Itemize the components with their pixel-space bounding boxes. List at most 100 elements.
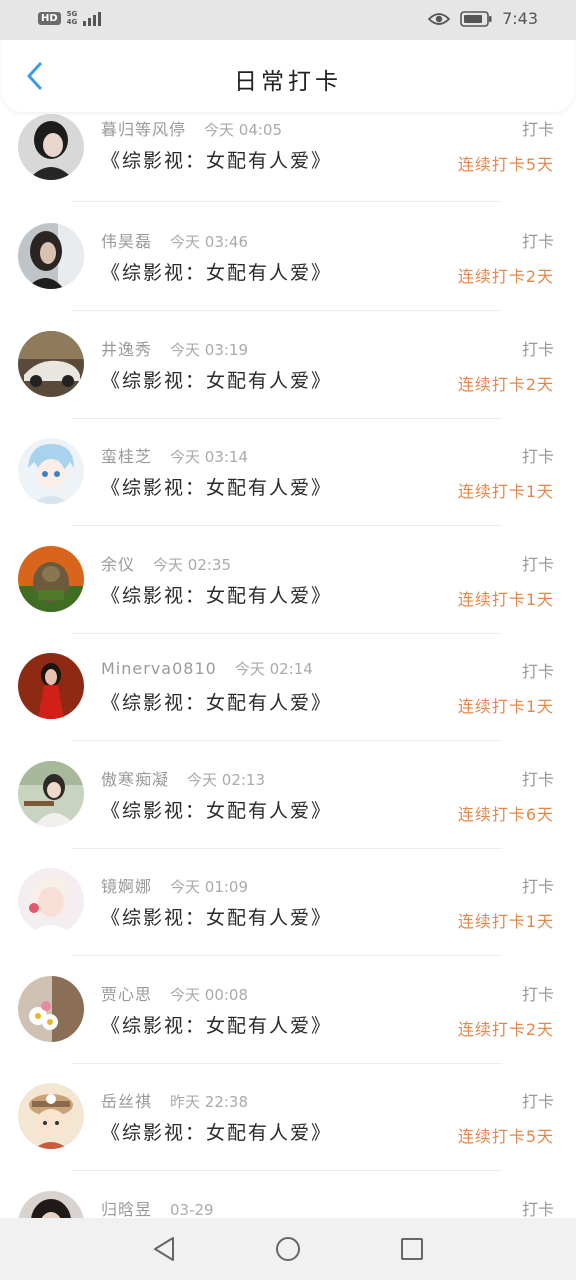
checkin-tag: 打卡 (521, 770, 554, 789)
user-name[interactable]: 镜婀娜 (101, 877, 152, 896)
checkin-tag: 打卡 (521, 340, 554, 359)
book-title[interactable]: 《综影视：女配有人爱》 (101, 581, 332, 608)
checkin-tag: 打卡 (521, 447, 554, 466)
avatar[interactable] (18, 1191, 84, 1218)
system-nav-bar (0, 1218, 576, 1280)
circle-home-icon (276, 1237, 300, 1261)
list-item[interactable]: 余仪 今天 02:35 《综影视：女配有人爱》 打卡 连续打卡1天 (0, 536, 576, 644)
list-item[interactable]: Minerva0810 今天 02:14 《综影视：女配有人爱》 打卡 连续打卡1… (0, 643, 576, 751)
avatar[interactable] (18, 976, 84, 1042)
divider (72, 848, 502, 849)
entry-meta: 蛮桂芝 今天 03:14 (101, 443, 248, 467)
book-title[interactable]: 《综影视：女配有人爱》 (101, 366, 332, 393)
streak-label: 连续打卡1天 (457, 697, 554, 716)
divider (72, 740, 502, 741)
streak-label: 连续打卡1天 (457, 482, 554, 501)
user-name[interactable]: 蛮桂芝 (101, 447, 152, 466)
avatar[interactable] (18, 653, 84, 719)
page-title: 日常打卡 (234, 69, 342, 95)
battery-icon (460, 10, 492, 27)
book-title[interactable]: 《综影视：女配有人爱》 (101, 146, 332, 173)
divider (72, 201, 502, 202)
checkin-tag: 打卡 (521, 985, 554, 1004)
square-recents-icon (401, 1238, 423, 1260)
streak-label: 连续打卡1天 (457, 912, 554, 931)
checkin-tag: 打卡 (521, 877, 554, 896)
list-item[interactable]: 镜婀娜 今天 01:09 《综影视：女配有人爱》 打卡 连续打卡1天 (0, 858, 576, 966)
divider (72, 1170, 502, 1171)
checkin-tag: 打卡 (521, 120, 554, 139)
network-type: 5G 4G (66, 10, 78, 26)
list-item[interactable]: 贾心思 今天 00:08 《综影视：女配有人爱》 打卡 连续打卡2天 (0, 966, 576, 1074)
user-name[interactable]: 傲寒痴凝 (101, 770, 169, 789)
checkin-time: 今天 01:09 (170, 878, 249, 896)
book-title[interactable]: 《综影视：女配有人爱》 (101, 796, 332, 823)
book-title[interactable]: 《综影视：女配有人爱》 (101, 688, 332, 715)
book-title[interactable]: 《综影视：女配有人爱》 (101, 1118, 332, 1145)
entry-meta: 伟昊磊 今天 03:46 (101, 228, 248, 252)
avatar[interactable] (18, 761, 84, 827)
nav-recents-button[interactable] (397, 1234, 427, 1264)
list-item[interactable]: 伟昊磊 今天 03:46 《综影视：女配有人爱》 打卡 连续打卡2天 (0, 213, 576, 321)
list-item[interactable]: 蛮桂芝 今天 03:14 《综影视：女配有人爱》 打卡 连续打卡1天 (0, 428, 576, 536)
avatar[interactable] (18, 868, 84, 934)
user-name[interactable]: 岳丝祺 (101, 1092, 152, 1111)
checkin-tag: 打卡 (521, 662, 554, 681)
entry-meta: 余仪 今天 02:35 (101, 551, 231, 575)
avatar[interactable] (18, 223, 84, 289)
user-name[interactable]: 暮归等风停 (101, 120, 186, 139)
entry-meta: 暮归等风停 今天 04:05 (101, 116, 282, 140)
user-name[interactable]: 伟昊磊 (101, 232, 152, 251)
nav-home-button[interactable] (273, 1234, 303, 1264)
streak-label: 连续打卡2天 (457, 1020, 554, 1039)
user-name[interactable]: Minerva0810 (101, 659, 217, 678)
divider (72, 633, 502, 634)
avatar[interactable] (18, 546, 84, 612)
list-item[interactable]: 暮归等风停 今天 04:05 《综影视：女配有人爱》 打卡 连续打卡5天 (0, 112, 576, 214)
triangle-back-icon (154, 1237, 174, 1261)
book-title[interactable]: 《综影视：女配有人爱》 (101, 258, 332, 285)
avatar[interactable] (18, 114, 84, 180)
book-title[interactable]: 《综影视：女配有人爱》 (101, 903, 332, 930)
entry-meta: 傲寒痴凝 今天 02:13 (101, 766, 265, 790)
checkin-time: 今天 02:14 (234, 660, 313, 678)
user-name[interactable]: 井逸秀 (101, 340, 152, 359)
checkin-tag: 打卡 (521, 1092, 554, 1111)
entry-meta: 镜婀娜 今天 01:09 (101, 873, 248, 897)
checkin-list[interactable]: 暮归等风停 今天 04:05 《综影视：女配有人爱》 打卡 连续打卡5天 伟昊磊今… (0, 112, 576, 1218)
checkin-time: 今天 03:19 (170, 341, 249, 359)
app-header: 日常打卡 (2, 40, 574, 112)
streak-label: 连续打卡1天 (457, 590, 554, 609)
streak-label: 连续打卡6天 (457, 805, 554, 824)
user-name[interactable]: 余仪 (101, 555, 135, 574)
entry-meta: 归晗昱 03-29 (101, 1196, 214, 1218)
book-title[interactable]: 《综影视：女配有人爱》 (101, 473, 332, 500)
status-left: HD 5G 4G (38, 10, 102, 26)
checkin-time: 今天 04:05 (204, 121, 283, 139)
checkin-time: 昨天 22:38 (170, 1093, 249, 1111)
book-title[interactable]: 《综影视：女配有人爱》 (101, 1011, 332, 1038)
nav-back-button[interactable] (149, 1234, 179, 1264)
checkin-time: 今天 03:46 (170, 233, 249, 251)
divider (72, 955, 502, 956)
list-item[interactable]: 归晗昱 03-29 打卡 (0, 1181, 576, 1218)
list-item[interactable]: 傲寒痴凝 今天 02:13 《综影视：女配有人爱》 打卡 连续打卡6天 (0, 751, 576, 859)
entry-meta: 贾心思 今天 00:08 (101, 981, 248, 1005)
list-item[interactable]: 井逸秀 今天 03:19 《综影视：女配有人爱》 打卡 连续打卡2天 (0, 321, 576, 429)
entry-meta: 井逸秀 今天 03:19 (101, 336, 248, 360)
checkin-tag: 打卡 (521, 232, 554, 251)
divider (72, 418, 502, 419)
avatar[interactable] (18, 331, 84, 397)
avatar[interactable] (18, 438, 84, 504)
entry-meta: Minerva0810 今天 02:14 (101, 658, 313, 679)
checkin-time: 今天 03:14 (170, 448, 249, 466)
avatar[interactable] (18, 1083, 84, 1149)
checkin-time: 今天 02:35 (153, 556, 232, 574)
signal-icon (83, 10, 102, 26)
divider (72, 525, 502, 526)
checkin-time: 今天 00:08 (170, 986, 249, 1004)
list-item[interactable]: 岳丝祺 昨天 22:38 《综影视：女配有人爱》 打卡 连续打卡5天 (0, 1073, 576, 1181)
user-name[interactable]: 贾心思 (101, 985, 152, 1004)
streak-label: 连续打卡5天 (457, 155, 554, 174)
user-name[interactable]: 归晗昱 (101, 1200, 152, 1218)
